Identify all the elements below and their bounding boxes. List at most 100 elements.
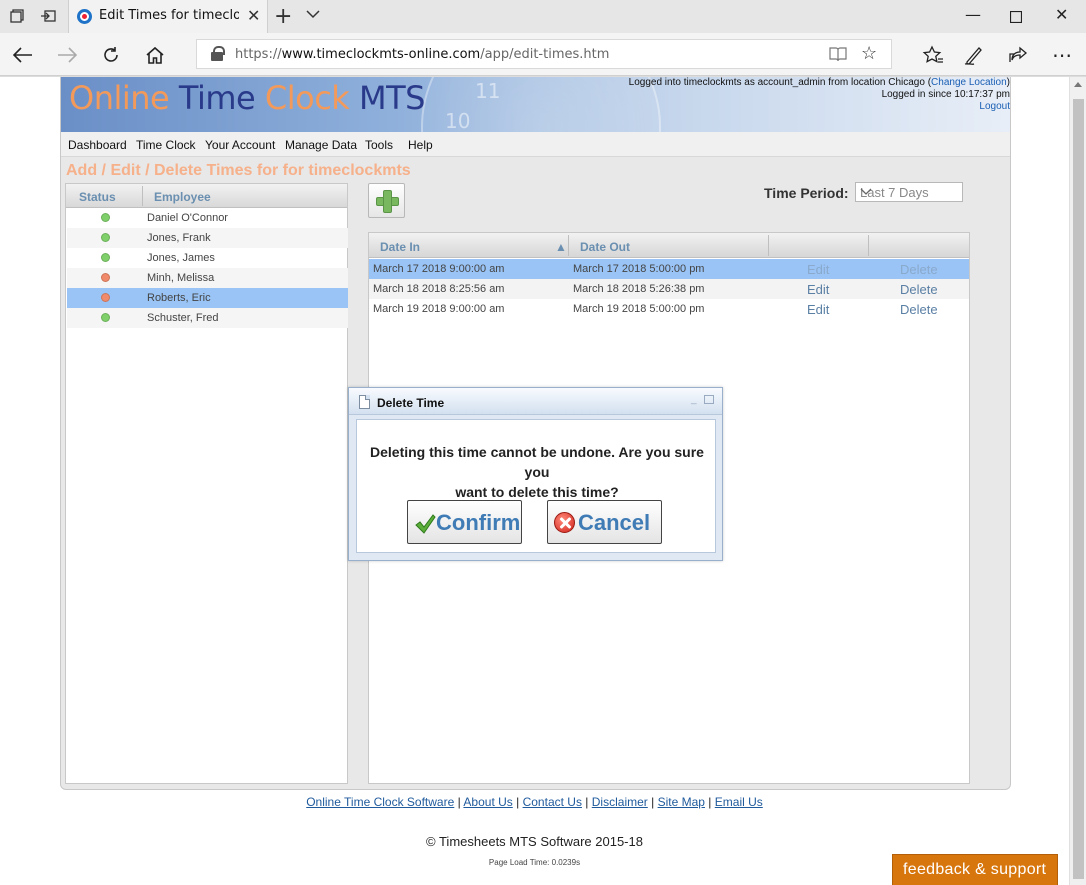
dialog-message: Deleting this time cannot be undone. Are… — [370, 444, 704, 500]
menu-manage-data[interactable]: Manage Data — [285, 138, 357, 152]
url-text[interactable]: https://www.timeclockmts-online.com/app/… — [235, 47, 609, 62]
main-menu: Dashboard Time Clock Your Account Manage… — [61, 132, 1010, 157]
change-location-link[interactable]: Change Location — [931, 77, 1007, 88]
delete-link[interactable]: Delete — [900, 302, 938, 317]
clock-numeral-icon: 11 — [475, 79, 501, 103]
date-out-column-header[interactable]: Date Out — [580, 240, 630, 254]
employee-name: Minh, Melissa — [147, 272, 215, 284]
set-aside-icon[interactable] — [37, 6, 59, 26]
favorites-icon[interactable] — [918, 41, 946, 69]
edit-link[interactable]: Edit — [807, 262, 829, 277]
feedback-support-button[interactable]: feedback & support — [892, 854, 1058, 885]
copyright: © Timesheets MTS Software 2015-18 — [426, 834, 643, 849]
vertical-scrollbar[interactable] — [1069, 77, 1086, 885]
home-icon[interactable] — [141, 41, 169, 69]
scroll-up-icon[interactable] — [1074, 82, 1082, 87]
refresh-icon[interactable] — [97, 41, 125, 69]
more-icon[interactable]: ⋯ — [1048, 41, 1076, 69]
date-out-cell: March 17 2018 5:00:00 pm — [573, 263, 705, 275]
employee-column-header[interactable]: Employee — [154, 190, 211, 204]
status-dot-icon — [101, 293, 110, 302]
cancel-label: Cancel — [578, 510, 651, 535]
employee-name: Daniel O'Connor — [147, 212, 228, 224]
address-bar[interactable]: https://www.timeclockmts-online.com/app/… — [196, 39, 892, 69]
edit-link[interactable]: Edit — [807, 302, 829, 317]
login-time: Logged in since 10:17:37 pm — [881, 89, 1010, 100]
logout-link[interactable]: Logout — [979, 101, 1010, 112]
employee-list: Status Employee Daniel O'Connor Jones, F… — [65, 183, 348, 784]
lock-icon — [211, 46, 225, 61]
menu-tools[interactable]: Tools — [365, 138, 393, 152]
menu-your-account[interactable]: Your Account — [205, 138, 275, 152]
reading-view-icon[interactable] — [829, 46, 847, 67]
new-tab-icon[interactable]: + — [274, 4, 292, 29]
employee-row[interactable]: Jones, James — [67, 248, 348, 268]
favorite-star-icon[interactable]: ☆ — [861, 43, 877, 64]
date-in-column-header[interactable]: Date In — [380, 240, 420, 254]
tab-title: Edit Times for timeclock — [99, 8, 239, 23]
footer-link-sitemap[interactable]: Site Map — [658, 795, 705, 809]
employee-row[interactable]: Jones, Frank — [67, 228, 348, 248]
employee-row[interactable]: Minh, Melissa — [67, 268, 348, 288]
confirm-button[interactable]: Confirm — [407, 500, 522, 544]
back-icon[interactable] — [9, 41, 37, 69]
dialog-title-bar[interactable]: Delete Time _ — [349, 388, 722, 415]
footer-link-software[interactable]: Online Time Clock Software — [306, 795, 454, 809]
date-in-cell: March 19 2018 9:00:00 am — [373, 303, 505, 315]
browser-nav-bar: https://www.timeclockmts-online.com/app/… — [0, 33, 1086, 76]
delete-link[interactable]: Delete — [900, 262, 938, 277]
close-icon[interactable]: ✕ — [247, 6, 260, 26]
status-column-header[interactable]: Status — [79, 190, 116, 204]
forward-icon[interactable] — [53, 41, 81, 69]
employee-name: Roberts, Eric — [147, 292, 211, 304]
employee-row-selected[interactable]: Roberts, Eric — [67, 288, 348, 308]
minimize-icon[interactable]: — — [965, 5, 981, 24]
time-period-select[interactable]: Last 7 Days — [855, 182, 963, 202]
clock-numeral-icon: 10 — [445, 109, 471, 132]
feedback-label: feedback & support — [903, 861, 1047, 878]
employee-row[interactable]: Daniel O'Connor — [67, 208, 348, 228]
edit-link[interactable]: Edit — [807, 282, 829, 297]
status-dot-icon — [101, 233, 110, 242]
document-icon — [359, 395, 370, 409]
employee-row[interactable]: Schuster, Fred — [67, 308, 348, 328]
site-favicon — [77, 9, 92, 24]
checkmark-icon — [415, 514, 436, 534]
status-dot-icon — [101, 313, 110, 322]
scrollbar-thumb[interactable] — [1073, 99, 1084, 879]
dialog-minimize-icon[interactable]: _ — [691, 394, 697, 405]
date-out-cell: March 19 2018 5:00:00 pm — [573, 303, 705, 315]
footer-link-email[interactable]: Email Us — [715, 795, 763, 809]
menu-time-clock[interactable]: Time Clock — [136, 138, 196, 152]
tab-list-icon[interactable] — [306, 6, 320, 22]
menu-help[interactable]: Help — [408, 138, 433, 152]
time-row[interactable]: March 19 2018 9:00:00 am March 19 2018 5… — [369, 299, 969, 319]
site-logo[interactable]: Online Time Clock MTS — [69, 79, 425, 117]
delete-link[interactable]: Delete — [900, 282, 938, 297]
maximize-icon[interactable] — [1009, 8, 1023, 27]
employee-list-header: Status Employee — [66, 184, 347, 208]
window-close-icon[interactable]: ✕ — [1055, 5, 1068, 24]
site-header: 11 10 Online Time Clock MTS Logged into … — [61, 77, 1010, 132]
pen-icon[interactable] — [960, 41, 988, 69]
time-row[interactable]: March 18 2018 8:25:56 am March 18 2018 5… — [369, 279, 969, 299]
times-table-header: Date In ▲ Date Out — [369, 233, 969, 258]
time-row-selected[interactable]: March 17 2018 9:00:00 am March 17 2018 5… — [369, 259, 969, 279]
login-info: Logged into timeclockmts as account_admi… — [628, 77, 1010, 112]
date-out-cell: March 18 2018 5:26:38 pm — [573, 283, 705, 295]
footer-link-contact[interactable]: Contact Us — [523, 795, 582, 809]
add-time-button[interactable] — [368, 183, 405, 218]
confirm-label: Confirm — [436, 510, 521, 535]
dialog-maximize-icon[interactable] — [704, 395, 714, 404]
tabs-icon[interactable] — [6, 6, 28, 26]
chevron-down-icon — [860, 185, 958, 199]
footer-link-disclaimer[interactable]: Disclaimer — [592, 795, 648, 809]
status-dot-icon — [101, 253, 110, 262]
share-icon[interactable] — [1004, 41, 1032, 69]
active-tab[interactable]: Edit Times for timeclock ✕ — [68, 0, 268, 33]
time-period-label: Time Period: — [764, 185, 849, 201]
delete-time-dialog: Delete Time _ Deleting this time cannot … — [348, 387, 723, 561]
footer-link-about[interactable]: About Us — [463, 795, 512, 809]
cancel-button[interactable]: Cancel — [547, 500, 662, 544]
menu-dashboard[interactable]: Dashboard — [68, 138, 127, 152]
